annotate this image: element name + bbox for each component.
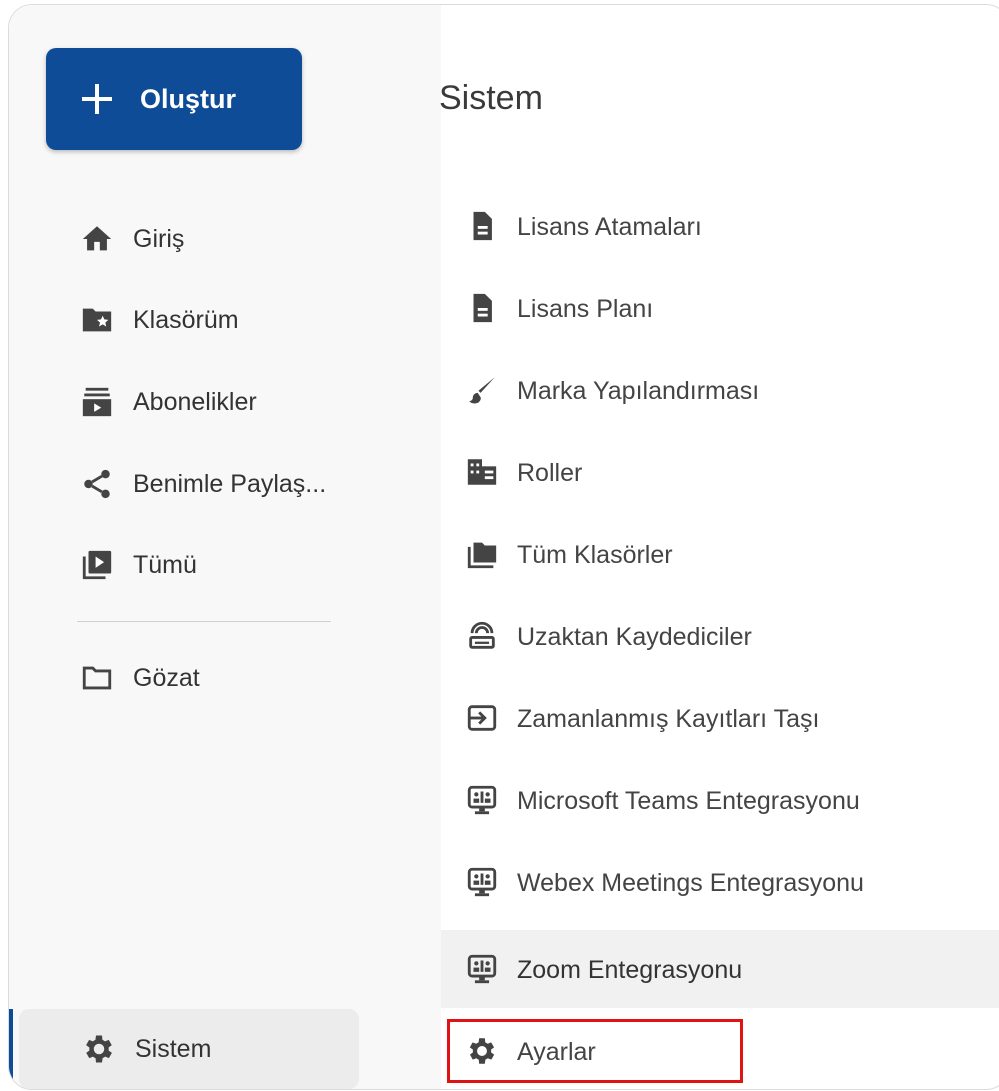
menu-item-move-scheduled-recordings[interactable]: Zamanlanmış Kayıtları Taşı	[441, 684, 999, 754]
menu-item-roles[interactable]: Roller	[441, 438, 999, 508]
menu-item-brand-configuration[interactable]: Marka Yapılandırması	[441, 356, 999, 426]
sidebar-item-browse[interactable]: Gözat	[9, 647, 359, 709]
sidebar-item-label: Benimle Paylaş...	[133, 469, 327, 498]
menu-item-zoom-integration[interactable]: Zoom Entegrasyonu	[441, 930, 999, 1008]
menu-item-label: Lisans Planı	[517, 295, 654, 323]
menu-item-label: Lisans Atamaları	[517, 213, 702, 241]
menu-item-label: Uzaktan Kaydediciler	[517, 623, 752, 651]
document-icon	[465, 291, 499, 325]
menu-item-label: Marka Yapılandırması	[517, 377, 760, 405]
menu-item-label: Zamanlanmış Kayıtları Taşı	[517, 705, 820, 733]
menu-item-label: Roller	[517, 459, 583, 487]
subscriptions-icon	[79, 384, 115, 420]
sidebar-item-label: Giriş	[133, 224, 185, 253]
sidebar-item-system[interactable]: Sistem	[9, 1009, 359, 1089]
menu-item-label: Microsoft Teams Entegrasyonu	[517, 787, 860, 815]
router-icon	[465, 619, 499, 653]
menu-item-label: Tüm Klasörler	[517, 541, 673, 569]
sidebar-item-label: Sistem	[135, 1035, 212, 1063]
gear-icon	[81, 1031, 117, 1067]
folder-icon	[465, 537, 499, 571]
sidebar-item-label: Abonelikler	[133, 387, 257, 416]
brush-icon	[465, 373, 499, 407]
video-library-icon	[79, 547, 115, 583]
sidebar-item-label: Gözat	[133, 663, 200, 692]
menu-item-license-plan[interactable]: Lisans Planı	[441, 274, 999, 344]
create-button-label: Oluştur	[140, 83, 237, 114]
menu-item-label: Webex Meetings Entegrasyonu	[517, 869, 864, 897]
integration-icon	[465, 865, 499, 899]
share-icon	[79, 466, 115, 502]
move-icon	[465, 701, 499, 735]
folder-outline-icon	[79, 660, 115, 696]
home-icon	[79, 221, 115, 257]
sidebar-item-all[interactable]: Tümü	[9, 534, 359, 596]
menu-item-label: Zoom Entegrasyonu	[517, 956, 743, 984]
integration-icon	[465, 952, 499, 986]
sidebar-divider	[77, 621, 331, 622]
active-indicator	[9, 1009, 13, 1089]
plus-icon	[82, 84, 112, 114]
integration-icon	[465, 783, 499, 817]
menu-item-remote-recorders[interactable]: Uzaktan Kaydediciler	[441, 602, 999, 672]
sidebar: Oluştur Giriş Klasörüm Abonelikler Benim	[9, 5, 441, 1089]
document-icon	[465, 209, 499, 243]
menu-item-microsoft-teams-integration[interactable]: Microsoft Teams Entegrasyonu	[441, 766, 999, 836]
highlight-annotation	[447, 1019, 743, 1083]
create-button[interactable]: Oluştur	[46, 48, 302, 150]
roles-icon	[465, 455, 499, 489]
page-title: Sistem	[439, 79, 543, 117]
folder-star-icon	[79, 302, 115, 338]
menu-item-license-assignments[interactable]: Lisans Atamaları	[441, 192, 999, 262]
sidebar-item-my-folder[interactable]: Klasörüm	[9, 289, 359, 351]
sidebar-item-label: Tümü	[133, 550, 197, 579]
app-window: Oluştur Giriş Klasörüm Abonelikler Benim	[8, 4, 999, 1090]
menu-item-all-folders[interactable]: Tüm Klasörler	[441, 520, 999, 590]
sidebar-item-home[interactable]: Giriş	[9, 208, 359, 270]
menu-item-webex-meetings-integration[interactable]: Webex Meetings Entegrasyonu	[441, 848, 999, 918]
sidebar-item-shared-with-me[interactable]: Benimle Paylaş...	[9, 453, 359, 515]
sidebar-item-subscriptions[interactable]: Abonelikler	[9, 371, 359, 433]
sidebar-item-label: Klasörüm	[133, 305, 239, 334]
